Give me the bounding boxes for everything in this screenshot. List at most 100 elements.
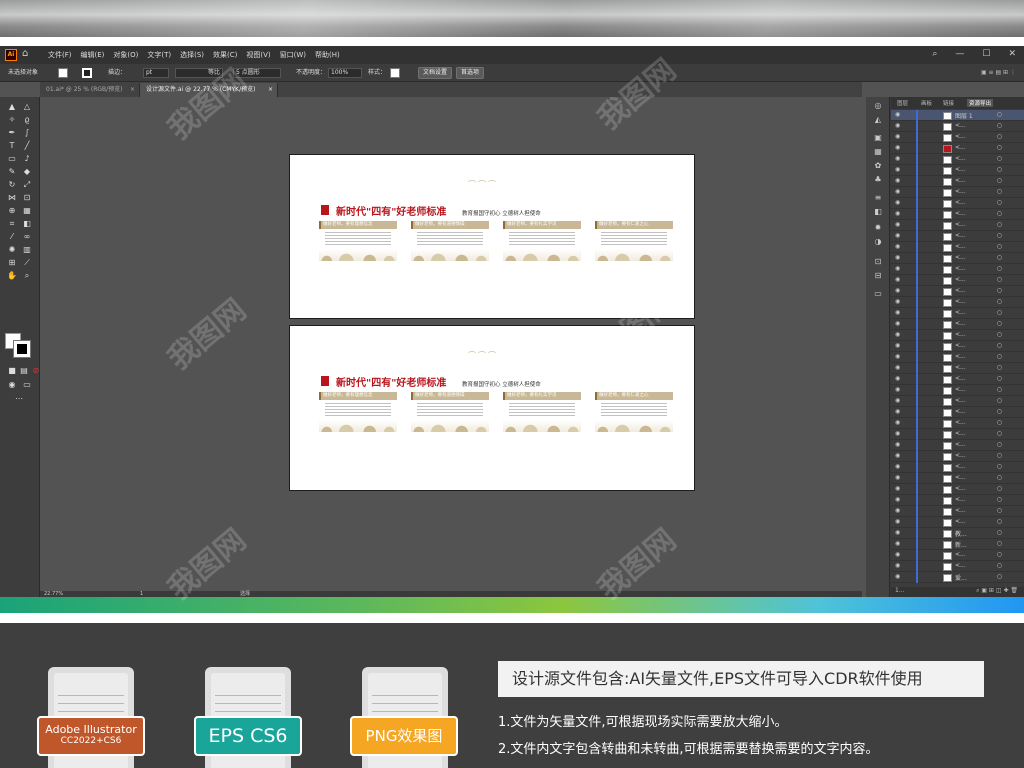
target-circle-icon[interactable]: ○ — [997, 287, 1002, 294]
layer-row[interactable]: ◉ <... ○ — [891, 330, 1024, 341]
layer-row[interactable]: ◉ <... ○ — [891, 209, 1024, 220]
visibility-eye-icon[interactable]: ◉ — [895, 430, 900, 437]
visibility-eye-icon[interactable]: ◉ — [895, 485, 900, 492]
target-circle-icon[interactable]: ○ — [997, 232, 1002, 239]
properties-icon[interactable]: ◎ — [873, 101, 883, 110]
visibility-eye-icon[interactable]: ◉ — [895, 177, 900, 184]
visibility-eye-icon[interactable]: ◉ — [895, 397, 900, 404]
width-tool-icon[interactable]: ⋈ — [6, 192, 18, 203]
target-circle-icon[interactable]: ○ — [997, 386, 1002, 393]
direct-selection-tool-icon[interactable]: △ — [21, 101, 33, 112]
comments-icon[interactable]: ▭ — [873, 289, 883, 298]
selection-tool-icon[interactable]: ▲ — [6, 101, 18, 112]
layer-row[interactable]: ◉ <... ○ — [891, 242, 1024, 253]
visibility-eye-icon[interactable]: ◉ — [895, 254, 900, 261]
layer-row[interactable]: ◉ <... ○ — [891, 143, 1024, 154]
visibility-eye-icon[interactable]: ◉ — [895, 111, 900, 118]
target-circle-icon[interactable]: ○ — [997, 166, 1002, 173]
layer-row[interactable]: ◉ <... ○ — [891, 286, 1024, 297]
target-circle-icon[interactable]: ○ — [997, 529, 1002, 536]
appearance-icon[interactable]: ✹ — [873, 223, 883, 232]
layer-row[interactable]: ◉ <... ○ — [891, 407, 1024, 418]
shape-builder-icon[interactable]: ⊕ — [6, 205, 18, 216]
target-circle-icon[interactable]: ○ — [997, 551, 1002, 558]
target-circle-icon[interactable]: ○ — [997, 331, 1002, 338]
align-icon[interactable]: ⊟ — [873, 271, 883, 280]
panel-options-icons[interactable]: ▣ ≡ ▤ ⊞ ⋮ — [981, 67, 1016, 78]
layer-row[interactable]: ◉ <... ○ — [891, 275, 1024, 286]
target-circle-icon[interactable]: ○ — [997, 320, 1002, 327]
transparency-icon[interactable]: ◑ — [873, 237, 883, 246]
target-circle-icon[interactable]: ○ — [997, 133, 1002, 140]
graph-tool-icon[interactable]: ▥ — [21, 244, 33, 255]
layer-row[interactable]: ◉ <... ○ — [891, 363, 1024, 374]
layer-row[interactable]: ◉ <... ○ — [891, 451, 1024, 462]
visibility-eye-icon[interactable]: ◉ — [895, 419, 900, 426]
symbols-icon[interactable]: ♣ — [873, 175, 883, 184]
stroke-icon[interactable]: ≡ — [873, 193, 883, 202]
target-circle-icon[interactable]: ○ — [997, 364, 1002, 371]
target-circle-icon[interactable]: ○ — [997, 111, 1002, 118]
visibility-eye-icon[interactable]: ◉ — [895, 562, 900, 569]
layer-row[interactable]: ◉ <... ○ — [891, 187, 1024, 198]
target-circle-icon[interactable]: ○ — [997, 408, 1002, 415]
visibility-eye-icon[interactable]: ◉ — [895, 331, 900, 338]
pen-tool-icon[interactable]: ✒ — [6, 127, 18, 138]
document-setup-button[interactable]: 文档设置 — [418, 67, 453, 79]
target-circle-icon[interactable]: ○ — [997, 342, 1002, 349]
target-circle-icon[interactable]: ○ — [997, 221, 1002, 228]
layer-row[interactable]: ◉ 新... ○ — [891, 539, 1024, 550]
target-circle-icon[interactable]: ○ — [997, 573, 1002, 580]
opacity-field[interactable]: 100% — [328, 68, 362, 78]
rotate-tool-icon[interactable]: ↻ — [6, 179, 18, 190]
visibility-eye-icon[interactable]: ◉ — [895, 155, 900, 162]
layer-row[interactable]: ◉ <... ○ — [891, 132, 1024, 143]
visibility-eye-icon[interactable]: ◉ — [895, 551, 900, 558]
target-circle-icon[interactable]: ○ — [997, 353, 1002, 360]
close-icon[interactable]: × — [130, 83, 135, 97]
layer-row[interactable]: ◉ <... ○ — [891, 462, 1024, 473]
visibility-eye-icon[interactable]: ◉ — [895, 265, 900, 272]
layer-row[interactable]: ◉ <... ○ — [891, 264, 1024, 275]
visibility-eye-icon[interactable]: ◉ — [895, 144, 900, 151]
swatches-icon[interactable]: ▦ — [873, 147, 883, 156]
stroke-swatch[interactable] — [82, 68, 92, 78]
visibility-eye-icon[interactable]: ◉ — [895, 353, 900, 360]
visibility-eye-icon[interactable]: ◉ — [895, 188, 900, 195]
hand-tool-icon[interactable]: ✋ — [6, 270, 18, 281]
visibility-eye-icon[interactable]: ◉ — [895, 364, 900, 371]
layer-row[interactable]: ◉ <... ○ — [891, 374, 1024, 385]
target-circle-icon[interactable]: ○ — [997, 474, 1002, 481]
visibility-eye-icon[interactable]: ◉ — [895, 287, 900, 294]
canvas-area[interactable]: ⌒⌒⌒ 新时代"四有"好老师标准 教育报国守初心 立德树人担使命 做好老师，要有… — [40, 97, 862, 591]
visibility-eye-icon[interactable]: ◉ — [895, 496, 900, 503]
layer-row[interactable]: ◉ <... ○ — [891, 473, 1024, 484]
eyedropper-icon[interactable]: ⁄ — [6, 231, 18, 242]
menu-type[interactable]: 文字(T) — [147, 50, 171, 60]
layer-row[interactable]: ◉ <... ○ — [891, 550, 1024, 561]
gradient-icon[interactable]: ◧ — [873, 207, 883, 216]
layer-row[interactable]: ◉ 教... ○ — [891, 528, 1024, 539]
tab-document-source[interactable]: 设计源文件.ai @ 22.77 % (CMYK/预览) × — [140, 83, 278, 97]
target-circle-icon[interactable]: ○ — [997, 122, 1002, 129]
target-circle-icon[interactable]: ○ — [997, 210, 1002, 217]
tab-links[interactable]: 链接 — [943, 99, 954, 107]
gradient-tool-icon[interactable]: ◧ — [21, 218, 33, 229]
preferences-button[interactable]: 首选项 — [456, 67, 485, 79]
layer-row[interactable]: ◉ <... ○ — [891, 253, 1024, 264]
scale-tool-icon[interactable]: ⤢ — [21, 179, 33, 190]
color-mode-icon[interactable]: ■ — [6, 365, 18, 376]
target-circle-icon[interactable]: ○ — [997, 243, 1002, 250]
target-circle-icon[interactable]: ○ — [997, 155, 1002, 162]
visibility-eye-icon[interactable]: ◉ — [895, 518, 900, 525]
visibility-eye-icon[interactable]: ◉ — [895, 320, 900, 327]
visibility-eye-icon[interactable]: ◉ — [895, 452, 900, 459]
gradient-mode-icon[interactable]: ▤ — [18, 365, 30, 376]
target-circle-icon[interactable]: ○ — [997, 276, 1002, 283]
visibility-eye-icon[interactable]: ◉ — [895, 199, 900, 206]
target-circle-icon[interactable]: ○ — [997, 375, 1002, 382]
target-circle-icon[interactable]: ○ — [997, 540, 1002, 547]
layer-row[interactable]: ◉ <... ○ — [891, 176, 1024, 187]
artboard-tool-icon[interactable]: ⊞ — [6, 257, 18, 268]
eraser-icon[interactable]: ◆ — [21, 166, 33, 177]
